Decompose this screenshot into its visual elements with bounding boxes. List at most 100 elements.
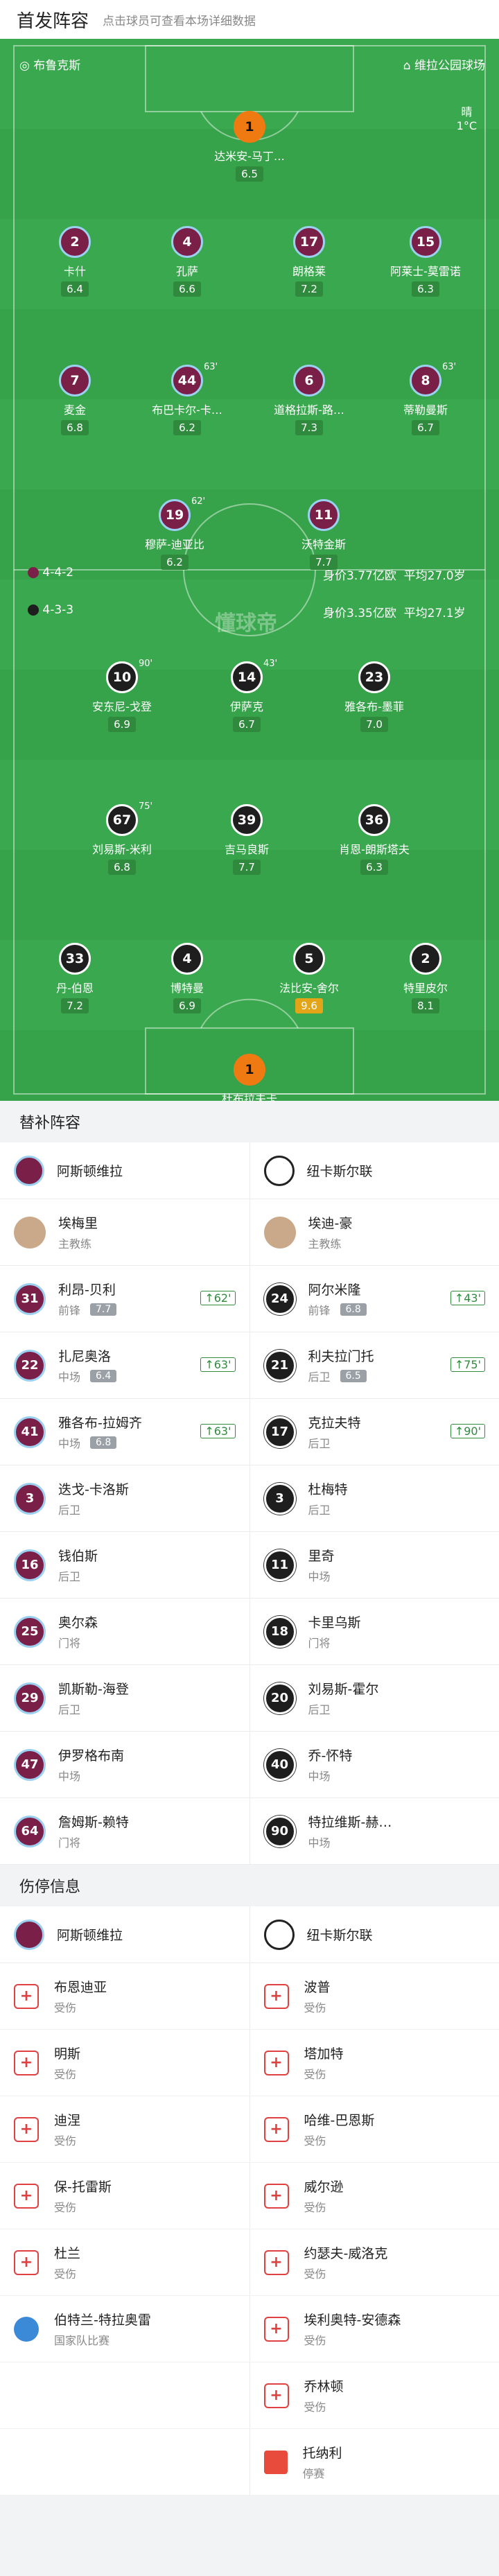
away-player[interactable]: 33 丹-伯恩 7.2 <box>12 943 137 1013</box>
away-sub-player[interactable]: 21 利夫拉门托 后卫 6.5 ↑75' <box>250 1332 499 1398</box>
home-injury-item[interactable]: + 布恩迪亚 受伤 <box>0 1963 250 2030</box>
injury-row: + 杜兰 受伤 + 约瑟夫-威洛克 受伤 <box>0 2229 499 2296</box>
away-injury-item[interactable]: + 波普 受伤 <box>250 1963 499 2030</box>
home-sub-player[interactable]: 29 凯斯勒-海登 后卫 <box>0 1665 250 1731</box>
home-player[interactable]: 15 阿莱士-莫雷诺 6.3 <box>363 226 488 297</box>
away-sub-player[interactable]: 40 乔-怀特 中场 <box>250 1732 499 1798</box>
injury-away-team[interactable]: 纽卡斯尔联 <box>250 1906 499 1963</box>
away-injury-item[interactable]: 托纳利 停赛 <box>250 2429 499 2496</box>
shirt-number: 20 <box>263 1682 296 1714</box>
player-name: 卡什 <box>63 265 86 278</box>
away-player[interactable]: 23 雅各布-墨菲 7.0 <box>312 661 437 732</box>
injury-team-header: 阿斯顿维拉 纽卡斯尔联 <box>0 1906 499 1963</box>
home-player[interactable]: 44 63' 布巴卡尔-卡… 6.2 <box>125 362 250 435</box>
home-player[interactable]: 7 麦金 6.8 <box>12 365 137 435</box>
home-player[interactable]: 2 卡什 6.4 <box>12 226 137 297</box>
sub-position: 中场 <box>58 1437 81 1450</box>
away-injury-item[interactable]: + 塔加特 受伤 <box>250 2030 499 2096</box>
home-player[interactable]: 11 沃特金斯 7.7 <box>261 499 386 570</box>
substitution-minute: 43' <box>263 659 278 669</box>
home-player[interactable]: 6 道格拉斯-路… 7.3 <box>247 365 371 435</box>
away-sub-player[interactable]: 18 卡里乌斯 门将 <box>250 1599 499 1664</box>
player-shirt: 11 <box>308 499 340 531</box>
away-player[interactable]: 10 90' 安东尼-戈登 6.9 <box>60 659 184 732</box>
home-player[interactable]: 8 63' 蒂勒曼斯 6.7 <box>363 362 488 435</box>
away-sub-player[interactable]: 20 刘易斯-霍尔 后卫 <box>250 1665 499 1731</box>
player-name: 伊萨克 <box>229 700 263 713</box>
away-player[interactable]: 5 法比安-舍尔 9.6 <box>247 943 371 1013</box>
player-rating: 9.6 <box>295 998 323 1013</box>
home-player[interactable]: 4 孔萨 6.6 <box>125 226 250 297</box>
home-player[interactable]: 1 达米安-马丁… 6.5 <box>187 111 312 182</box>
injury-name: 明斯 <box>54 2046 81 2062</box>
substitution-minute: 63' <box>204 362 218 372</box>
home-injury-item[interactable]: 伯特兰-特拉奥雷 国家队比赛 <box>0 2296 250 2362</box>
player-name: 蒂勒曼斯 <box>403 403 448 417</box>
home-sub-player[interactable]: 埃梅里 主教练 <box>0 1199 250 1265</box>
away-player[interactable]: 4 博特曼 6.9 <box>125 943 250 1013</box>
away-sub-player[interactable]: 11 里奇 中场 <box>250 1532 499 1598</box>
home-sub-player[interactable]: 16 钱伯斯 后卫 <box>0 1532 250 1598</box>
away-sub-player[interactable]: 17 克拉夫特 后卫 ↑90' <box>250 1399 499 1465</box>
player-shirt: 17 <box>293 226 325 258</box>
injury-row: 伯特兰-特拉奥雷 国家队比赛 + 埃利奥特-安德森 受伤 <box>0 2296 499 2362</box>
home-player[interactable]: 19 62' 穆萨-迪亚比 6.2 <box>112 496 237 570</box>
sub-rating: 6.4 <box>90 1370 117 1382</box>
injury-row: + 布恩迪亚 受伤 + 波普 受伤 <box>0 1963 499 2030</box>
coach-avatar <box>14 1216 46 1248</box>
sub-position: 后卫 <box>308 1370 331 1384</box>
player-name: 沃特金斯 <box>301 538 346 551</box>
home-sub-player[interactable]: 25 奥尔森 门将 <box>0 1599 250 1664</box>
away-sub-player[interactable]: 埃迪-豪 主教练 <box>250 1199 499 1265</box>
injury-row: + 迪涅 受伤 + 哈维-巴恩斯 受伤 <box>0 2096 499 2163</box>
sub-position: 后卫 <box>308 1504 331 1517</box>
home-sub-player[interactable]: 64 詹姆斯-赖特 门将 <box>0 1798 250 1864</box>
subs-home-team[interactable]: 阿斯顿维拉 <box>0 1142 250 1199</box>
away-sub-player[interactable]: 24 阿尔米隆 前锋 6.8 ↑43' <box>250 1266 499 1332</box>
away-injury-item[interactable]: + 乔林顿 受伤 <box>250 2362 499 2429</box>
injury-name: 哈维-巴恩斯 <box>304 2113 375 2128</box>
away-player[interactable]: 36 肖恩-朗斯塔夫 6.3 <box>312 804 437 875</box>
away-injury-item[interactable]: + 埃利奥特-安德森 受伤 <box>250 2296 499 2362</box>
shirt-number: 18 <box>263 1615 296 1648</box>
away-player[interactable]: 1杜布拉夫卡7.5 <box>187 1054 312 1101</box>
away-injury-item[interactable]: + 威尔逊 受伤 <box>250 2163 499 2229</box>
player-shirt: 2 <box>410 943 441 975</box>
home-injury-item[interactable]: + 保-托雷斯 受伤 <box>0 2163 250 2229</box>
player-shirt: 15 <box>410 226 441 258</box>
home-player[interactable]: 17 朗格莱 7.2 <box>247 226 371 297</box>
subs-away-team[interactable]: 纽卡斯尔联 <box>250 1142 499 1199</box>
player-shirt: 5 <box>293 943 325 975</box>
away-sub-player[interactable]: 90 特拉维斯-赫… 中场 <box>250 1798 499 1864</box>
sub-position: 主教练 <box>308 1237 342 1251</box>
home-sub-player[interactable]: 22 扎尼奥洛 中场 6.4 ↑63' <box>0 1332 250 1398</box>
home-formation: 4-4-2 <box>28 566 73 580</box>
home-injury-item[interactable]: + 迪涅 受伤 <box>0 2096 250 2163</box>
home-sub-player[interactable]: 47 伊罗格布南 中场 <box>0 1732 250 1798</box>
sub-name: 钱伯斯 <box>58 1549 98 1564</box>
injury-name: 埃利奥特-安德森 <box>304 2313 401 2328</box>
injury-name: 威尔逊 <box>304 2179 344 2195</box>
away-player[interactable]: 39 吉马良斯 7.7 <box>184 804 309 875</box>
sub-rating: 7.7 <box>90 1303 117 1316</box>
sub-row: 31 利昂-贝利 前锋 7.7 ↑62' 24 阿尔米隆 前锋 6.8 ↑43' <box>0 1266 499 1332</box>
sub-position: 门将 <box>58 1637 81 1650</box>
home-sub-player[interactable]: 3 迭戈-卡洛斯 后卫 <box>0 1465 250 1531</box>
away-player[interactable]: 67 75' 刘易斯-米利 6.8 <box>60 801 184 875</box>
player-shirt: 1 <box>234 111 265 143</box>
away-injury-item[interactable]: + 约瑟夫-威洛克 受伤 <box>250 2229 499 2296</box>
player-name: 特里皮尔 <box>403 982 448 995</box>
injury-home-team[interactable]: 阿斯顿维拉 <box>0 1906 250 1963</box>
sub-name: 里奇 <box>308 1549 335 1564</box>
shirt-number: 11 <box>263 1549 296 1581</box>
home-injury-item[interactable]: + 明斯 受伤 <box>0 2030 250 2096</box>
away-player[interactable]: 14 43' 伊萨克 6.7 <box>184 659 309 732</box>
away-injury-item[interactable]: + 哈维-巴恩斯 受伤 <box>250 2096 499 2163</box>
home-injury-item[interactable]: + 杜兰 受伤 <box>0 2229 250 2296</box>
home-sub-player[interactable]: 31 利昂-贝利 前锋 7.7 ↑62' <box>0 1266 250 1332</box>
away-sub-player[interactable]: 3 杜梅特 后卫 <box>250 1465 499 1531</box>
player-rating: 7.7 <box>233 860 261 875</box>
home-sub-player[interactable]: 41 雅各布-拉姆齐 中场 6.8 ↑63' <box>0 1399 250 1465</box>
away-player[interactable]: 2 特里皮尔 8.1 <box>363 943 488 1013</box>
sub-in-minute: ↑43' <box>450 1291 485 1305</box>
